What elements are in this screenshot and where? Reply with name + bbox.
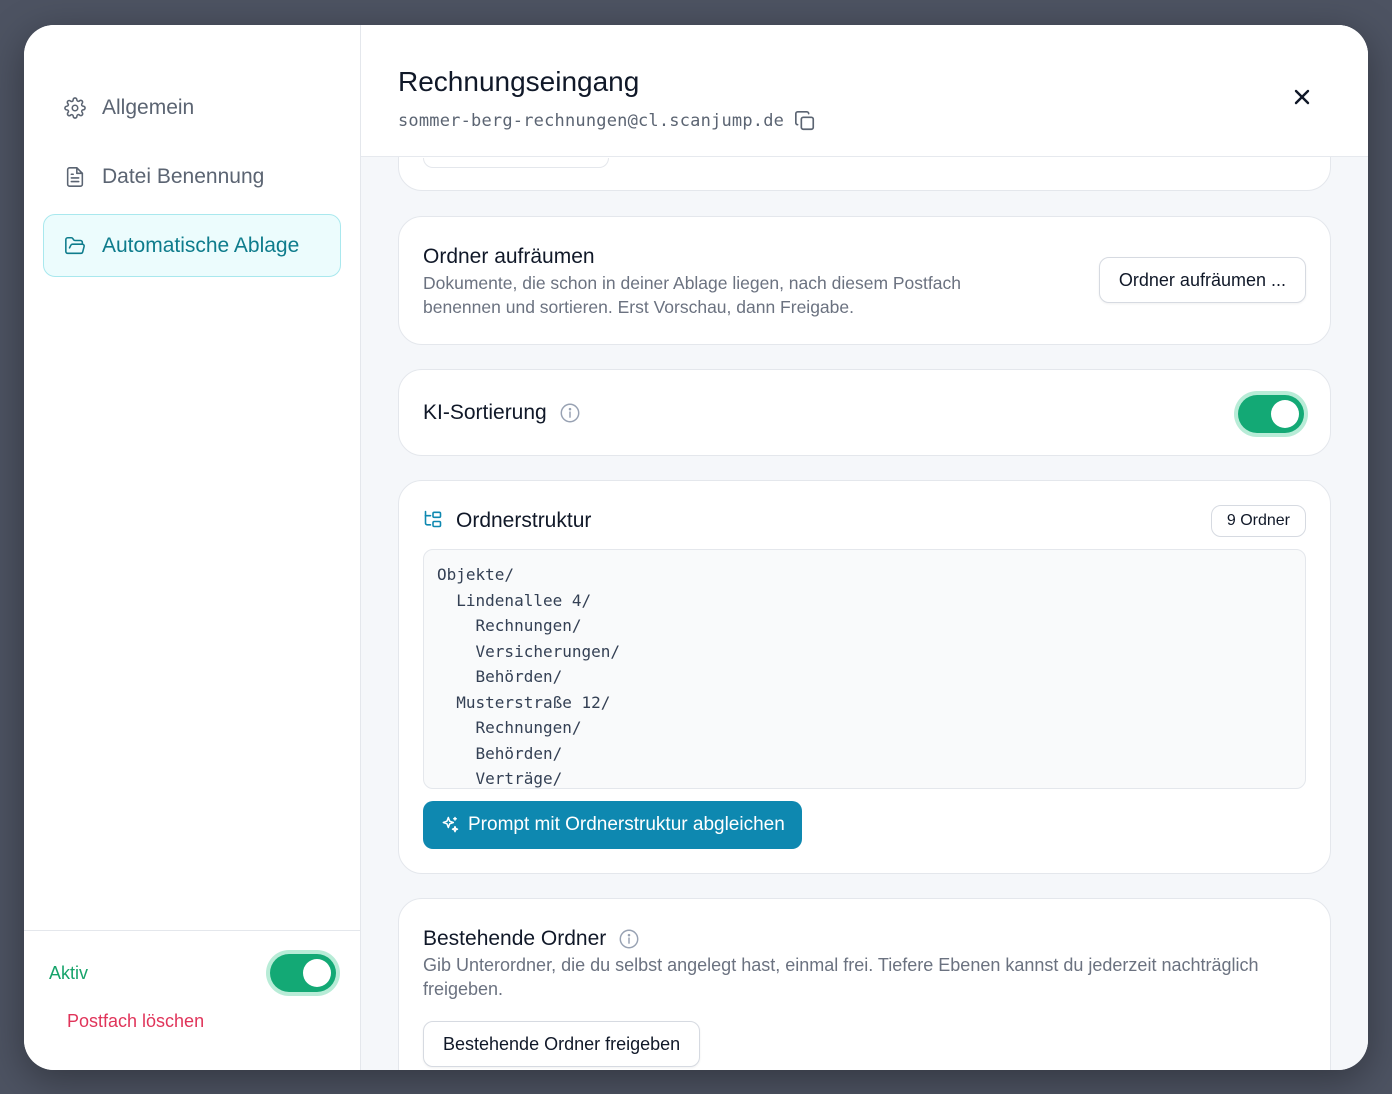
cleanup-button[interactable]: Ordner aufräumen ... bbox=[1098, 257, 1306, 303]
folder-structure-header: Ordnerstruktur bbox=[423, 505, 1306, 537]
existing-folders-header: Bestehende Ordner bbox=[423, 927, 1306, 951]
cleanup-description: Dokumente, die schon in deiner Ablage li… bbox=[423, 273, 961, 317]
info-icon[interactable] bbox=[618, 928, 640, 950]
tree-line: Verträge/ bbox=[437, 769, 563, 788]
sparkles-icon bbox=[440, 815, 460, 835]
ki-sorting-toggle[interactable] bbox=[1238, 395, 1304, 433]
info-icon[interactable] bbox=[559, 402, 581, 424]
modal-header: Rechnungseingang sommer-berg-rechnungen@… bbox=[361, 25, 1368, 157]
sidebar-item-label: Datei Benennung bbox=[102, 164, 265, 188]
folder-count-badge: 9 Ordner bbox=[1210, 505, 1306, 537]
copy-icon[interactable] bbox=[794, 110, 816, 132]
cleanup-card: Ordner aufräumen Dokumente, die schon in… bbox=[398, 216, 1331, 345]
active-label: Aktiv bbox=[49, 962, 89, 983]
sidebar-item-label: Allgemein bbox=[102, 95, 195, 119]
sidebar-item-allgemein[interactable]: Allgemein bbox=[43, 76, 341, 139]
active-row: Aktiv bbox=[49, 953, 336, 993]
sidebar-item-label: Automatische Ablage bbox=[102, 233, 300, 257]
tree-line: Objekte/ bbox=[437, 565, 515, 584]
mailbox-email: sommer-berg-rechnungen@cl.scanjump.de bbox=[398, 111, 785, 131]
tree-line: Lindenallee 4/ bbox=[437, 590, 592, 610]
sidebar-item-automatische-ablage[interactable]: Automatische Ablage bbox=[43, 214, 341, 277]
page-title: Rechnungseingang bbox=[398, 66, 640, 97]
previous-card bbox=[398, 157, 1331, 191]
close-icon[interactable] bbox=[1290, 85, 1314, 109]
tree-line: Rechnungen/ bbox=[437, 616, 582, 635]
tree-line: Behörden/ bbox=[437, 667, 563, 686]
sidebar-nav: Allgemein Datei Benennung Automatische A… bbox=[24, 25, 360, 277]
tree-line: Rechnungen/ bbox=[437, 718, 582, 737]
tree-line: Versicherungen/ bbox=[437, 641, 621, 661]
settings-content[interactable]: Ordner aufräumen Dokumente, die schon in… bbox=[398, 157, 1331, 1070]
ki-sorting-card: KI-Sortierung bbox=[398, 369, 1331, 456]
ki-sorting-title: KI-Sortierung bbox=[423, 400, 547, 424]
tree-line: Musterstraße 12/ bbox=[437, 692, 611, 712]
folder-structure-title: Ordnerstruktur bbox=[456, 509, 592, 532]
release-existing-folders-button[interactable]: Bestehende Ordner freigeben bbox=[423, 1021, 701, 1067]
match-prompt-button[interactable]: Prompt mit Ordnerstruktur abgleichen bbox=[423, 801, 802, 849]
sidebar-footer: Aktiv Postfach löschen bbox=[24, 930, 360, 1070]
previous-card-button-edge bbox=[423, 158, 609, 168]
document-icon bbox=[63, 165, 87, 189]
existing-folders-description: Gib Unterordner, die du selbst angelegt … bbox=[423, 955, 1259, 999]
settings-modal: Allgemein Datei Benennung Automatische A… bbox=[24, 25, 1368, 1070]
match-prompt-label: Prompt mit Ordnerstruktur abgleichen bbox=[468, 814, 785, 835]
existing-folders-title: Bestehende Ordner bbox=[423, 927, 607, 950]
existing-folders-card: Bestehende Ordner Gib Unterordner, die d… bbox=[398, 898, 1331, 1070]
sidebar-item-datei-benennung[interactable]: Datei Benennung bbox=[43, 145, 341, 208]
toggle-knob bbox=[1271, 400, 1299, 428]
sidebar: Allgemein Datei Benennung Automatische A… bbox=[24, 25, 361, 1070]
gear-icon bbox=[63, 96, 87, 120]
tree-line: Behörden/ bbox=[437, 743, 563, 763]
folder-open-icon bbox=[63, 234, 87, 258]
email-row: sommer-berg-rechnungen@cl.scanjump.de bbox=[398, 110, 1331, 132]
delete-mailbox-link[interactable]: Postfach löschen bbox=[67, 1011, 204, 1032]
folder-structure-card: Ordnerstruktur 9 Ordner Objekte/ Lindena… bbox=[398, 480, 1331, 874]
active-toggle[interactable] bbox=[270, 954, 336, 992]
main-panel: Rechnungseingang sommer-berg-rechnungen@… bbox=[361, 25, 1368, 1070]
folder-tree-icon bbox=[423, 509, 443, 534]
toggle-knob bbox=[303, 959, 331, 987]
folder-tree-box[interactable]: Objekte/ Lindenallee 4/ Rechnungen/ Vers… bbox=[423, 549, 1306, 789]
